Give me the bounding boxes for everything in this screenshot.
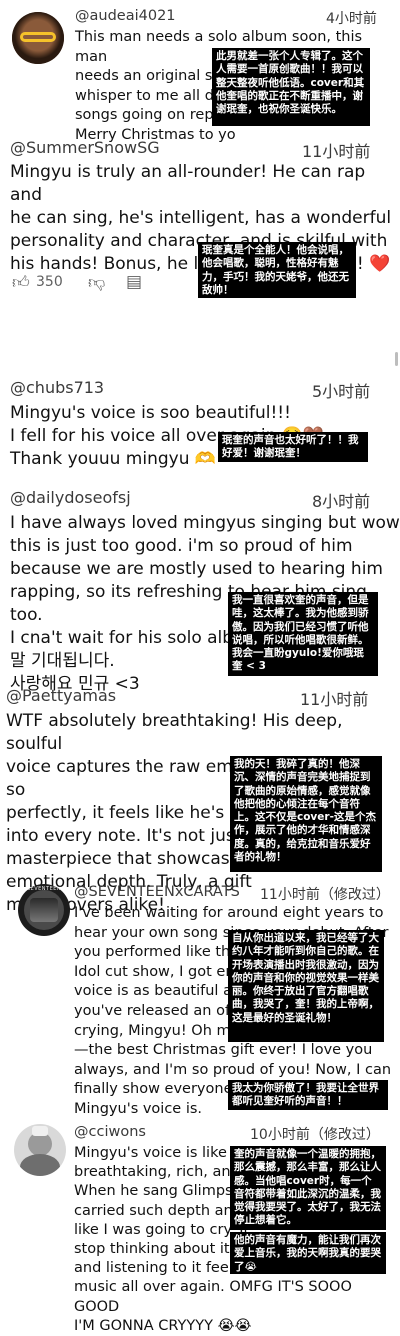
comment-time: 4小时前	[326, 11, 377, 27]
comment-time: 8小时前	[312, 492, 371, 511]
translation-note: 我太为你骄傲了！我要让全世界都听见奎好听的声音！！	[228, 1080, 388, 1110]
comment-author[interactable]: @SummerSnowSG	[10, 138, 160, 157]
comment-time: 11小时前	[302, 142, 371, 161]
comment-author[interactable]: @chubs713	[10, 378, 104, 397]
comment-author[interactable]: @cciwons	[74, 1124, 146, 1140]
reply-icon: ▤	[126, 272, 143, 292]
thumbs-up-icon: 👍︎	[12, 273, 30, 293]
avatar[interactable]	[12, 12, 64, 64]
translation-note: 奎的声音就像一个温暖的拥抱，那么震撼，那么丰富，那么让人感。当他唱cover时，…	[230, 1146, 386, 1230]
comment-author[interactable]: @dailydoseofsj	[10, 488, 131, 507]
translation-note: 珉奎真是个全能人！他会说唱，他会唱歌，聪明，性格好有魅力，手巧！我的天姥爷，他还…	[198, 242, 356, 298]
translation-note: 珉奎的声音也太好听了！！我好爱！谢谢珉奎！	[218, 432, 368, 462]
comment-time: 10小时前（修改过）	[250, 1127, 380, 1143]
comment-author[interactable]: @Paettyamas	[6, 686, 116, 705]
scrollbar[interactable]	[395, 352, 398, 366]
like-button[interactable]: 👍︎	[12, 272, 30, 293]
thumbs-down-icon: 👎︎	[88, 273, 106, 293]
comment-author[interactable]: @audeai4021	[75, 8, 176, 24]
like-count: 350	[36, 274, 63, 290]
dislike-button[interactable]: 👎︎	[88, 272, 105, 293]
avatar[interactable]	[14, 1124, 66, 1176]
translation-note: 我一直很喜欢奎的声音，但是哇，这太棒了。我为他感到骄傲。因为我们已经习惯了听他说…	[228, 592, 378, 676]
translation-note: 他的声音有魔力，能让我们再次爱上音乐，我的天啊我真的要哭了😭	[230, 1232, 386, 1274]
translation-note: 此男就差一张个人专辑了。这个人需要一首原创歌曲！！我可以整天整夜听他低语。cov…	[212, 48, 370, 126]
comment-time: 5小时前	[312, 382, 371, 401]
comment-time: 11小时前	[300, 690, 369, 709]
translation-note: 我的天！我碎了真的！他深沉、深情的声音完美地捕捉到了歌曲的原始情感，感觉就像他把…	[230, 756, 382, 872]
comment-time: 11小时前（修改过）	[260, 887, 390, 903]
comment-author[interactable]: @SEVENTEENxCARATS	[74, 884, 240, 900]
reply-button[interactable]: ▤	[126, 272, 142, 292]
avatar[interactable]: SEVENTEEN	[18, 884, 70, 936]
translation-note: 自从你出道以来，我已经等了大约八年才能听到你自己的歌。在开场表演播出时我很激动，…	[228, 930, 384, 1042]
